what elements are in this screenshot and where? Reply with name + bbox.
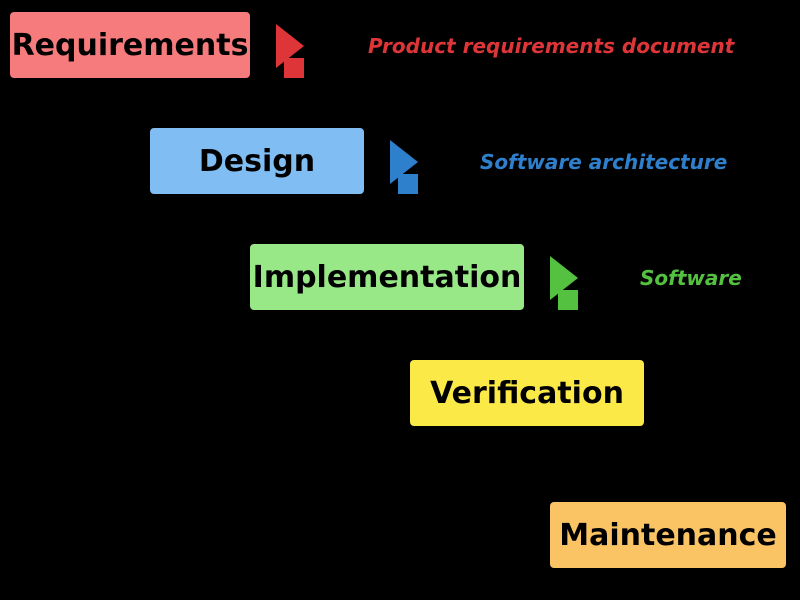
stage-box-design: Design [148, 126, 366, 196]
stage-output-design: Software architecture [480, 150, 727, 174]
stage-box-verification: Verification [408, 358, 646, 428]
stage-label: Maintenance [559, 518, 777, 553]
arrow-right-icon [550, 256, 578, 300]
stage-box-maintenance: Maintenance [548, 500, 788, 570]
waterfall-diagram: Requirements Product requirements docume… [0, 0, 800, 600]
arrow-right-icon [390, 140, 418, 184]
stage-box-requirements: Requirements [8, 10, 252, 80]
stage-label: Implementation [253, 260, 522, 295]
stage-output-requirements: Product requirements document [368, 34, 734, 58]
stage-box-implementation: Implementation [248, 242, 526, 312]
stage-label: Verification [430, 376, 624, 411]
stage-label: Requirements [12, 28, 249, 63]
arrow-right-icon [276, 24, 304, 68]
stage-output-implementation: Software [640, 266, 742, 290]
stage-label: Design [199, 144, 315, 179]
